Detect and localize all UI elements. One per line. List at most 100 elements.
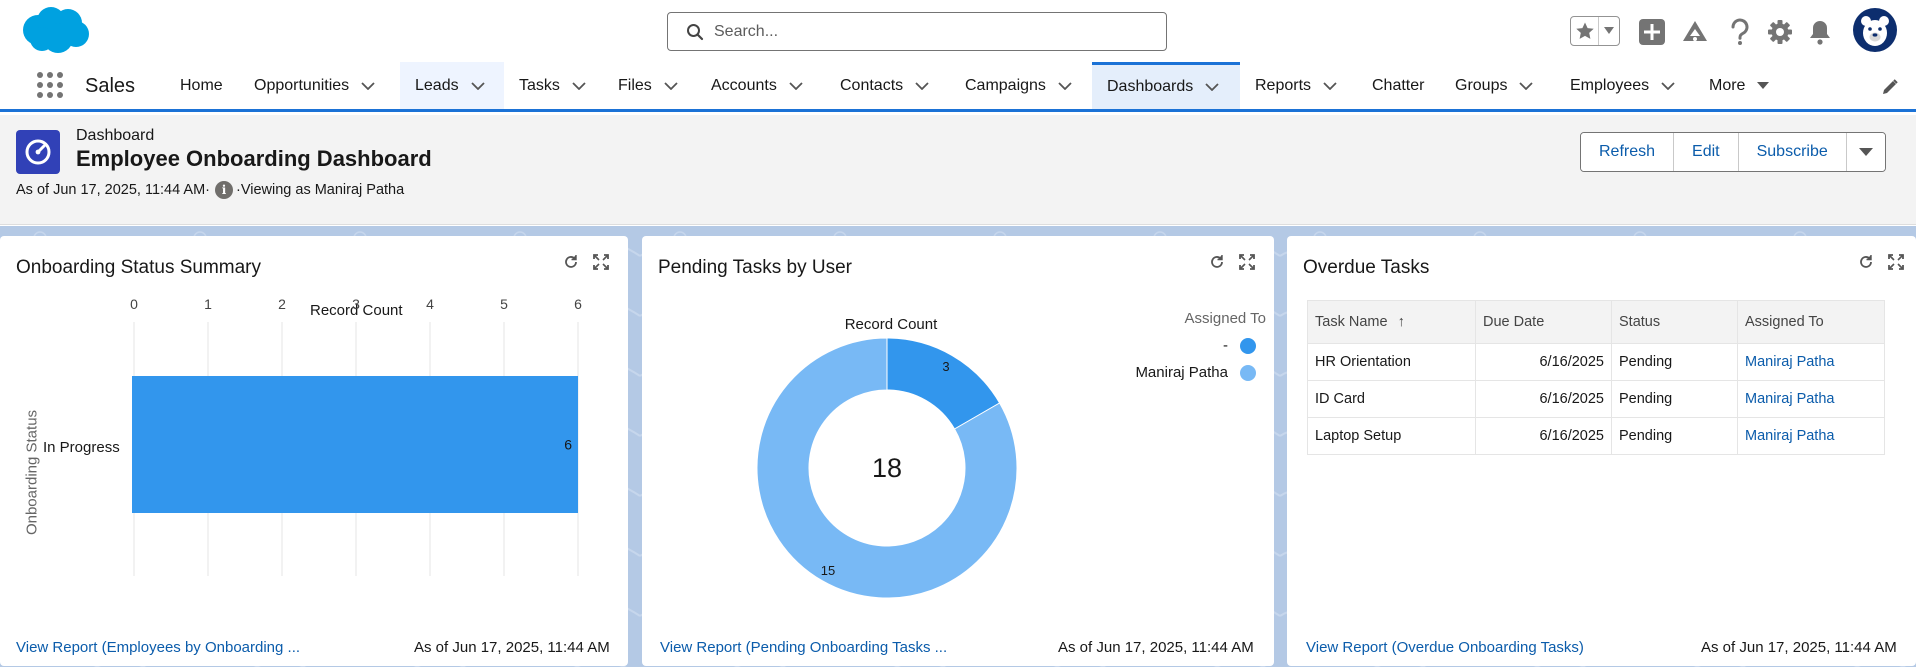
search-input[interactable]: [714, 21, 1144, 43]
due-date-cell: 6/16/2025: [1475, 343, 1612, 381]
edit-button[interactable]: Edit: [1674, 133, 1739, 171]
chevron-down-icon[interactable]: [1205, 83, 1219, 91]
star-icon: [1576, 22, 1594, 39]
nav-item-label: Leads: [415, 76, 459, 94]
nav-item-reports[interactable]: Reports: [1241, 62, 1351, 109]
caret-down-icon[interactable]: [1757, 81, 1770, 90]
nav-item-accounts[interactable]: Accounts: [697, 62, 817, 109]
column-header-label: Task Name: [1315, 314, 1388, 330]
due-date-cell: 6/16/2025: [1475, 417, 1612, 455]
app-name: Sales: [85, 75, 136, 97]
column-header-due-date[interactable]: Due Date: [1475, 300, 1612, 344]
help-button[interactable]: [1725, 17, 1755, 47]
gear-icon: [1768, 20, 1792, 44]
nav-item-label: Reports: [1255, 76, 1312, 94]
nav-item-groups[interactable]: Groups: [1441, 62, 1547, 109]
setup-button[interactable]: [1765, 17, 1795, 47]
column-header-task-name[interactable]: Task Name ↑: [1307, 300, 1476, 344]
nav-item-label: Accounts: [711, 76, 777, 94]
nav-item-more[interactable]: More: [1695, 62, 1783, 109]
chevron-down-icon[interactable]: [1058, 81, 1072, 90]
favorites-menu-button[interactable]: [1599, 17, 1619, 45]
nav-item-dashboards[interactable]: Dashboards: [1092, 62, 1240, 109]
nav-item-tasks[interactable]: Tasks: [505, 62, 600, 109]
refresh-icon[interactable]: [1858, 254, 1874, 270]
status-cell: Pending: [1611, 417, 1738, 455]
pending-tasks-donut-chart: 3 15 18: [756, 337, 1018, 599]
bar-data-label: 6: [564, 437, 572, 453]
navigation-bar: Sales Home Opportunities Leads Tasks Fil…: [0, 62, 1916, 112]
table-row: ID Card 6/16/2025 Pending Maniraj Patha: [1307, 380, 1885, 418]
global-header: [0, 0, 1916, 62]
nav-item-label: More: [1709, 76, 1746, 94]
widget-timestamp: As of Jun 17, 2025, 11:44 AM: [1058, 639, 1254, 656]
view-report-link[interactable]: View Report (Overdue Onboarding Tasks): [1306, 639, 1584, 656]
favorites-star-button[interactable]: [1571, 17, 1600, 45]
x-tick-label: 1: [204, 296, 212, 312]
column-header-assigned-to[interactable]: Assigned To: [1737, 300, 1885, 344]
chevron-down-icon[interactable]: [470, 81, 485, 90]
page-title: Employee Onboarding Dashboard: [76, 146, 432, 171]
refresh-button[interactable]: Refresh: [1581, 133, 1675, 171]
x-tick-label: 3: [352, 296, 360, 312]
subscribe-button[interactable]: Subscribe: [1738, 133, 1847, 171]
info-icon[interactable]: i: [215, 181, 233, 199]
nav-item-files[interactable]: Files: [604, 62, 692, 109]
x-tick-label: 6: [574, 296, 582, 312]
user-avatar[interactable]: [1853, 8, 1897, 52]
global-actions-button[interactable]: [1637, 17, 1667, 47]
app-launcher-button[interactable]: [36, 71, 64, 99]
chevron-down-icon[interactable]: [915, 81, 929, 90]
chevron-down-icon[interactable]: [361, 81, 375, 90]
widget-overdue-tasks: Overdue Tasks Task Name ↑ Due Date Statu…: [1287, 236, 1916, 666]
overdue-tasks-table: Task Name ↑ Due Date Status Assigned To …: [1307, 300, 1885, 455]
nav-item-home[interactable]: Home: [166, 62, 237, 109]
nav-item-label: Opportunities: [254, 76, 350, 94]
dashboard-actions: Refresh Edit Subscribe: [1580, 132, 1886, 172]
task-name-cell: Laptop Setup: [1307, 417, 1476, 455]
nav-item-chatter[interactable]: Chatter: [1358, 62, 1438, 109]
trailhead-icon: [1683, 21, 1707, 41]
dashboard-page-header: Dashboard Employee Onboarding Dashboard …: [0, 115, 1916, 225]
expand-icon[interactable]: [1888, 254, 1904, 270]
assigned-to-link[interactable]: Maniraj Patha: [1737, 417, 1885, 455]
view-report-link[interactable]: View Report (Pending Onboarding Tasks ..…: [660, 639, 947, 656]
chevron-down-icon[interactable]: [1661, 81, 1675, 90]
object-type-label: Dashboard: [76, 127, 155, 144]
assigned-to-link[interactable]: Maniraj Patha: [1737, 343, 1885, 381]
dashboard-icon: [16, 130, 60, 174]
nav-item-employees[interactable]: Employees: [1556, 62, 1689, 109]
as-of-timestamp: As of Jun 17, 2025, 11:44 AM·: [16, 182, 210, 198]
salesforce-logo-icon[interactable]: [18, 4, 92, 61]
x-tick-label: 5: [500, 296, 508, 312]
notifications-button[interactable]: [1805, 17, 1835, 47]
chevron-down-icon[interactable]: [664, 81, 678, 90]
assigned-to-link[interactable]: Maniraj Patha: [1737, 380, 1885, 418]
caret-down-icon: [1858, 147, 1873, 156]
chevron-down-icon[interactable]: [789, 81, 803, 90]
dashboard-meta: As of Jun 17, 2025, 11:44 AM· i ·Viewing…: [16, 181, 404, 199]
chevron-down-icon[interactable]: [572, 81, 586, 90]
favorites-button-group: [1570, 16, 1620, 46]
bell-icon: [1810, 21, 1830, 45]
widget-timestamp: As of Jun 17, 2025, 11:44 AM: [414, 639, 610, 656]
more-actions-button[interactable]: [1846, 133, 1885, 171]
nav-item-campaigns[interactable]: Campaigns: [951, 62, 1086, 109]
chevron-down-icon[interactable]: [1323, 81, 1337, 90]
edit-nav-items-button[interactable]: [1881, 78, 1899, 101]
global-search[interactable]: [667, 12, 1167, 51]
nav-item-opportunities[interactable]: Opportunities: [240, 62, 389, 109]
status-cell: Pending: [1611, 380, 1738, 418]
trailhead-button[interactable]: [1680, 17, 1710, 47]
nav-item-label: Employees: [1570, 76, 1650, 94]
view-report-link[interactable]: View Report (Employees by Onboarding ...: [16, 639, 300, 656]
table-header-row: Task Name ↑ Due Date Status Assigned To: [1307, 300, 1885, 344]
status-bar-chart: 0 1 2 3 4 5 6 6: [130, 296, 582, 576]
nav-item-leads[interactable]: Leads: [400, 62, 504, 109]
chevron-down-icon[interactable]: [1519, 81, 1534, 90]
nav-item-contacts[interactable]: Contacts: [826, 62, 943, 109]
slice-data-label: 15: [821, 563, 835, 578]
nav-item-label: Files: [618, 76, 652, 94]
sort-ascending-icon[interactable]: ↑: [1398, 314, 1405, 330]
column-header-status[interactable]: Status: [1611, 300, 1738, 344]
